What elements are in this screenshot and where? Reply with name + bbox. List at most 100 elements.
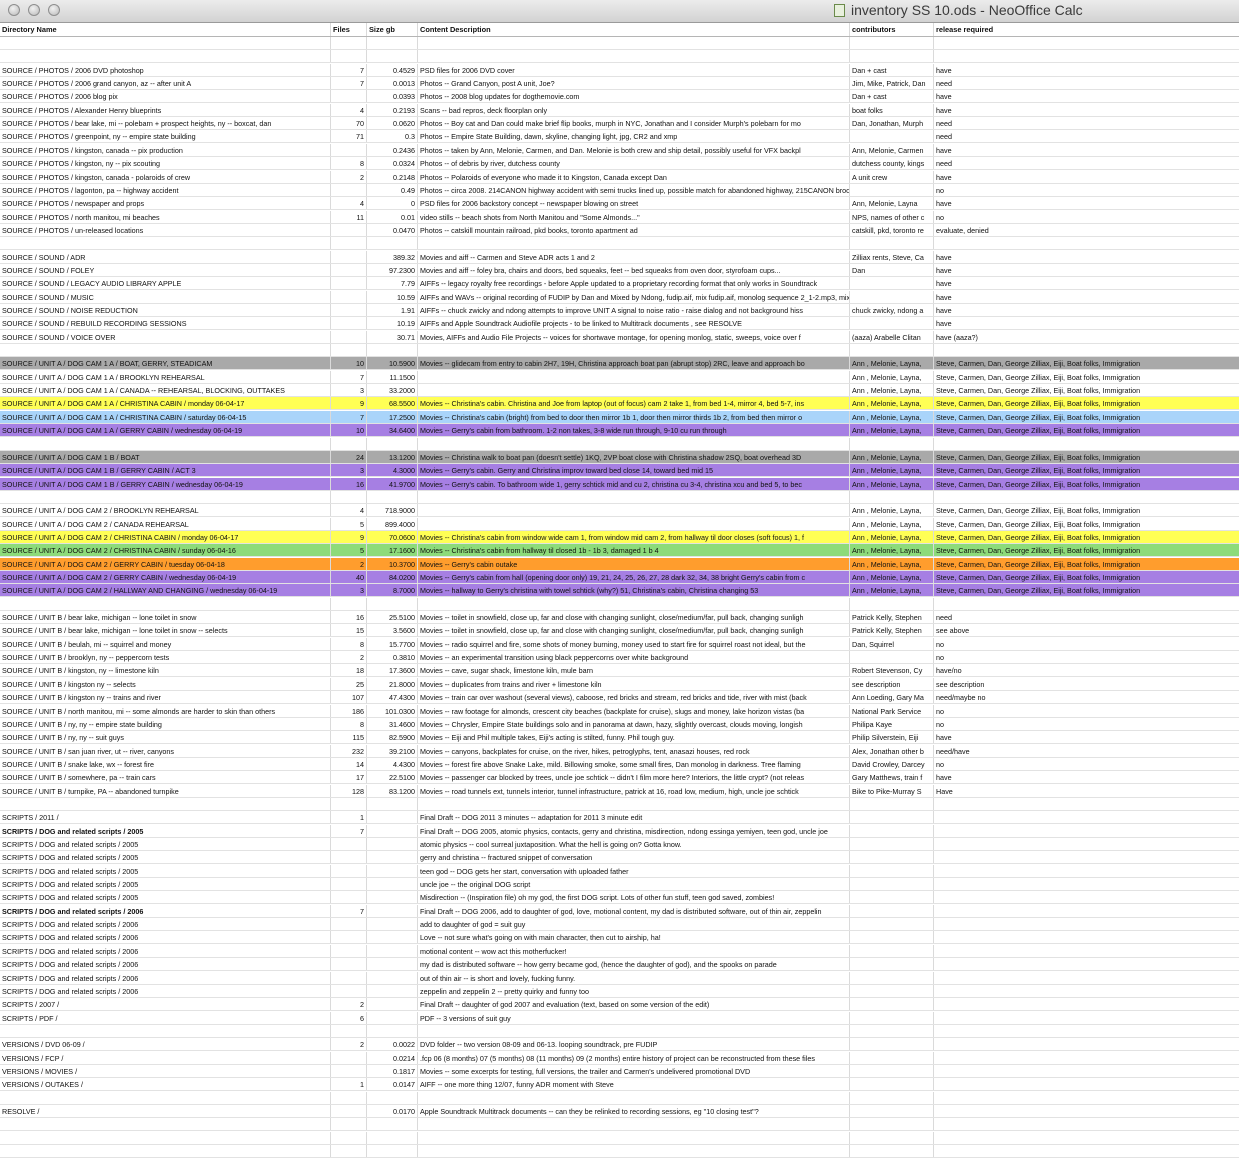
table-row[interactable]: SOURCE / SOUND / MUSIC 10.59 AIFFs and WAV… [0,290,1239,304]
directory-name-cell[interactable] [0,1025,330,1037]
release-required-cell[interactable] [933,931,1239,944]
directory-name-cell[interactable]: SOURCE / UNIT B / ny, ny -- suit guys [0,731,330,743]
files-cell[interactable] [330,437,366,450]
size-gb-cell[interactable] [366,490,417,503]
empty-row[interactable] [0,597,1239,611]
directory-name-cell[interactable]: SCRIPTS / DOG and related scripts / 2005 [0,825,330,837]
table-row[interactable]: SOURCE / UNIT A / DOG CAM 2 / CHRISTINA … [0,530,1239,544]
header-content-description[interactable]: Content Description [417,23,849,36]
directory-name-cell[interactable]: VERSIONS / OUTAKES / [0,1078,330,1090]
size-gb-cell[interactable]: 34.6400 [366,424,417,437]
size-gb-cell[interactable] [366,998,417,1011]
files-cell[interactable]: 25 [330,677,366,690]
release-required-cell[interactable]: have (aaza?) [933,330,1239,343]
content-description-cell[interactable] [417,1091,849,1104]
contributors-cell[interactable]: Ann , Melonie, Layna, [849,410,933,423]
release-required-cell[interactable]: Steve, Carmen, Dan, George Zilliax, Eiji… [933,370,1239,383]
content-description-cell[interactable]: Photos -- catskill mountain railroad, pk… [417,223,849,236]
header-directory-name[interactable]: Directory Name [0,23,330,36]
header-contributors[interactable]: contributors [849,23,933,36]
content-description-cell[interactable]: Movies, AIFFs and Audio File Projects --… [417,330,849,343]
table-row[interactable]: SOURCE / PHOTOS / greenpoint, ny -- empi… [0,130,1239,144]
size-gb-cell[interactable] [366,1011,417,1024]
files-cell[interactable]: 7 [330,77,366,90]
contributors-cell[interactable] [849,344,933,357]
files-cell[interactable] [330,891,366,904]
release-required-cell[interactable] [933,998,1239,1011]
release-required-cell[interactable] [933,918,1239,931]
release-required-cell[interactable]: have [933,263,1239,276]
release-required-cell[interactable] [933,838,1239,850]
release-required-cell[interactable]: Steve, Carmen, Dan, George Zilliax, Eiji… [933,517,1239,530]
content-description-cell[interactable]: Photos -- Polaroids of everyone who made… [417,170,849,183]
release-required-cell[interactable] [933,37,1239,49]
release-required-cell[interactable]: Steve, Carmen, Dan, George Zilliax, Eiji… [933,504,1239,517]
content-description-cell[interactable] [417,1145,849,1158]
size-gb-cell[interactable] [366,37,417,49]
files-cell[interactable] [330,797,366,810]
content-description-cell[interactable]: AIFFs and Apple Soundtrack Audiofile pro… [417,317,849,330]
release-required-cell[interactable]: Steve, Carmen, Dan, George Zilliax, Eiji… [933,571,1239,583]
release-required-cell[interactable]: Steve, Carmen, Dan, George Zilliax, Eiji… [933,557,1239,570]
release-required-cell[interactable] [933,851,1239,864]
contributors-cell[interactable]: Ann , Melonie, Layna, [849,504,933,517]
contributors-cell[interactable]: Ann , Melonie, Layna, [849,397,933,410]
directory-name-cell[interactable]: SCRIPTS / 2007 / [0,998,330,1010]
files-cell[interactable] [330,1024,366,1037]
content-description-cell[interactable]: motional content -- wow act this motherf… [417,944,849,957]
contributors-cell[interactable] [849,984,933,997]
release-required-cell[interactable]: Steve, Carmen, Dan, George Zilliax, Eiji… [933,424,1239,437]
size-gb-cell[interactable]: 101.0300 [366,704,417,717]
empty-row[interactable] [0,237,1239,251]
directory-name-cell[interactable]: SOURCE / PHOTOS / 2006 grand canyon, az … [0,77,330,89]
contributors-cell[interactable]: Ann, Melonie, Carmen [849,143,933,156]
contributors-cell[interactable] [849,183,933,196]
content-description-cell[interactable]: video stills -- beach shots from North M… [417,210,849,223]
size-gb-cell[interactable]: 0.0170 [366,1105,417,1117]
content-description-cell[interactable]: Movies -- Christina's cabin. Christina a… [417,397,849,410]
directory-name-cell[interactable]: SCRIPTS / DOG and related scripts / 2005 [0,865,330,877]
directory-name-cell[interactable]: SOURCE / SOUND / ADR [0,251,330,263]
size-gb-cell[interactable]: 0.0324 [366,157,417,170]
content-description-cell[interactable] [417,517,849,530]
files-cell[interactable] [330,864,366,877]
content-description-cell[interactable]: gerry and christina -- fractured snippet… [417,851,849,864]
table-row[interactable]: SOURCE / UNIT A / DOG CAM 2 / GERRY CABI… [0,571,1239,584]
directory-name-cell[interactable]: SOURCE / UNIT B / snake lake, wx -- fore… [0,758,330,770]
directory-name-cell[interactable]: SOURCE / UNIT B / ny, ny -- empire state… [0,718,330,730]
size-gb-cell[interactable] [366,1131,417,1144]
size-gb-cell[interactable]: 4.4300 [366,757,417,770]
release-required-cell[interactable]: no [933,651,1239,664]
directory-name-cell[interactable]: SOURCE / PHOTOS / 2006 DVD photoshop [0,64,330,76]
directory-name-cell[interactable] [0,1118,330,1130]
table-row[interactable]: SOURCE / UNIT B / kingston ny -- trains … [0,691,1239,705]
files-cell[interactable]: 11 [330,210,366,223]
size-gb-cell[interactable] [366,918,417,931]
directory-name-cell[interactable]: SCRIPTS / DOG and related scripts / 2006 [0,958,330,970]
content-description-cell[interactable]: Movies -- toilet in snowfield, close up,… [417,624,849,637]
contributors-cell[interactable] [849,1145,933,1158]
size-gb-cell[interactable]: 7.79 [366,277,417,290]
directory-name-cell[interactable]: RESOLVE / [0,1105,330,1117]
release-required-cell[interactable]: Steve, Carmen, Dan, George Zilliax, Eiji… [933,584,1239,597]
files-cell[interactable] [330,1118,366,1131]
table-row[interactable]: VERSIONS / DVD 06-09 /2 0.0022 DVD folder … [0,1038,1239,1052]
release-required-cell[interactable]: need [933,130,1239,143]
release-required-cell[interactable]: need [933,611,1239,624]
size-gb-cell[interactable]: 70.0600 [366,530,417,543]
size-gb-cell[interactable]: 0.3810 [366,651,417,664]
files-cell[interactable] [330,1131,366,1144]
contributors-cell[interactable] [849,918,933,931]
directory-name-cell[interactable] [0,237,330,249]
table-row[interactable]: SOURCE / SOUND / VOICE OVER 30.71 Movies, … [0,330,1239,344]
contributors-cell[interactable] [849,931,933,944]
content-description-cell[interactable]: atomic physics -- cool surreal juxtaposi… [417,838,849,850]
files-cell[interactable]: 40 [330,571,366,583]
files-cell[interactable]: 7 [330,63,366,76]
size-gb-cell[interactable]: 1.91 [366,304,417,316]
content-description-cell[interactable]: Photos -- of debris by river, dutchess c… [417,157,849,170]
table-row[interactable]: SCRIPTS / DOG and related scripts / 2005… [0,824,1239,838]
contributors-cell[interactable] [849,290,933,303]
directory-name-cell[interactable]: SOURCE / UNIT A / DOG CAM 2 / CHRISTINA … [0,544,330,556]
size-gb-cell[interactable]: 0.4529 [366,63,417,76]
